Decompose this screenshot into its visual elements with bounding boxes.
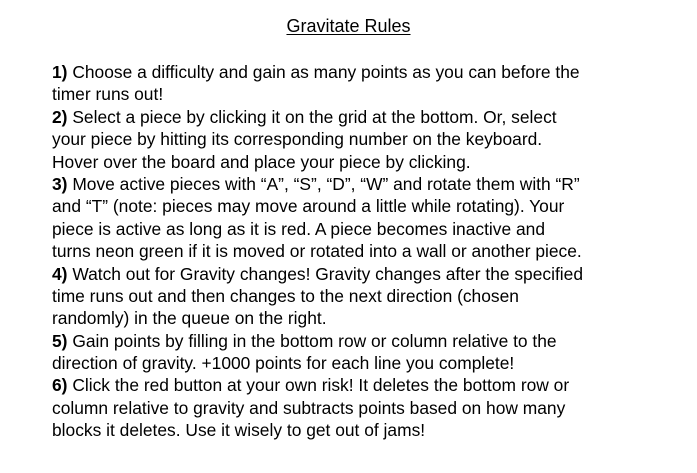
rule-text: Choose a difficulty and gain as many poi… (72, 62, 580, 82)
rule-line: timer runs out! (52, 84, 164, 105)
rule-text: Select a piece by clicking it on the gri… (72, 106, 557, 127)
rule-text: Watch out for Gravity changes! Gravity c… (72, 263, 584, 284)
rule-number: 2) (52, 106, 68, 127)
rule-number: 6) (52, 375, 68, 396)
rule-line: 1) Choose a difficulty and gain as many … (52, 61, 692, 83)
rule-line: and “T” (note: pieces may move around a … (52, 196, 565, 217)
rule-5: 5) Gain points by filling in the bottom … (52, 330, 692, 375)
rule-text: Click the red button at your own risk! I… (72, 375, 570, 396)
page-title: Gravitate Rules (0, 14, 697, 38)
rule-line: direction of gravity. +1000 points for e… (52, 353, 515, 374)
rule-line: blocks it deletes. Use it wisely to get … (52, 420, 426, 441)
rule-line: your piece by hitting its corresponding … (52, 129, 543, 150)
rule-line: Hover over the board and place your piec… (52, 151, 471, 172)
rule-2: 2) Select a piece by clicking it on the … (52, 106, 692, 173)
rule-number: 3) (52, 173, 68, 194)
rule-6: 6) Click the red button at your own risk… (52, 374, 692, 441)
rule-number: 5) (52, 330, 68, 351)
rule-text: Move active pieces with “A”, “S”, “D”, “… (72, 173, 580, 194)
rule-3: 3) Move active pieces with “A”, “S”, “D”… (52, 173, 692, 263)
rule-line: 5) Gain points by filling in the bottom … (52, 330, 692, 352)
rules-page: Gravitate Rules 1) Choose a difficulty a… (0, 0, 697, 473)
rule-line: time runs out and then changes to the ne… (52, 285, 519, 306)
rule-line: 3) Move active pieces with “A”, “S”, “D”… (52, 173, 692, 195)
rule-line: piece is active as long as it is red. A … (52, 218, 546, 239)
rule-number: 4) (52, 263, 68, 284)
rule-4: 4) Watch out for Gravity changes! Gravit… (52, 263, 692, 330)
rule-line: column relative to gravity and subtracts… (52, 397, 566, 418)
rule-text: Gain points by filling in the bottom row… (72, 330, 557, 351)
rule-line: 2) Select a piece by clicking it on the … (52, 106, 692, 128)
rules-list: 1) Choose a difficulty and gain as many … (52, 61, 692, 442)
rule-line: randomly) in the queue on the right. (52, 308, 327, 329)
rule-1: 1) Choose a difficulty and gain as many … (52, 61, 692, 106)
rule-line: 6) Click the red button at your own risk… (52, 374, 692, 396)
rule-line: turns neon green if it is moved or rotat… (52, 241, 582, 262)
rule-number: 1) (52, 62, 68, 82)
rule-line: 4) Watch out for Gravity changes! Gravit… (52, 263, 692, 285)
page-title-text: Gravitate Rules (286, 16, 411, 36)
